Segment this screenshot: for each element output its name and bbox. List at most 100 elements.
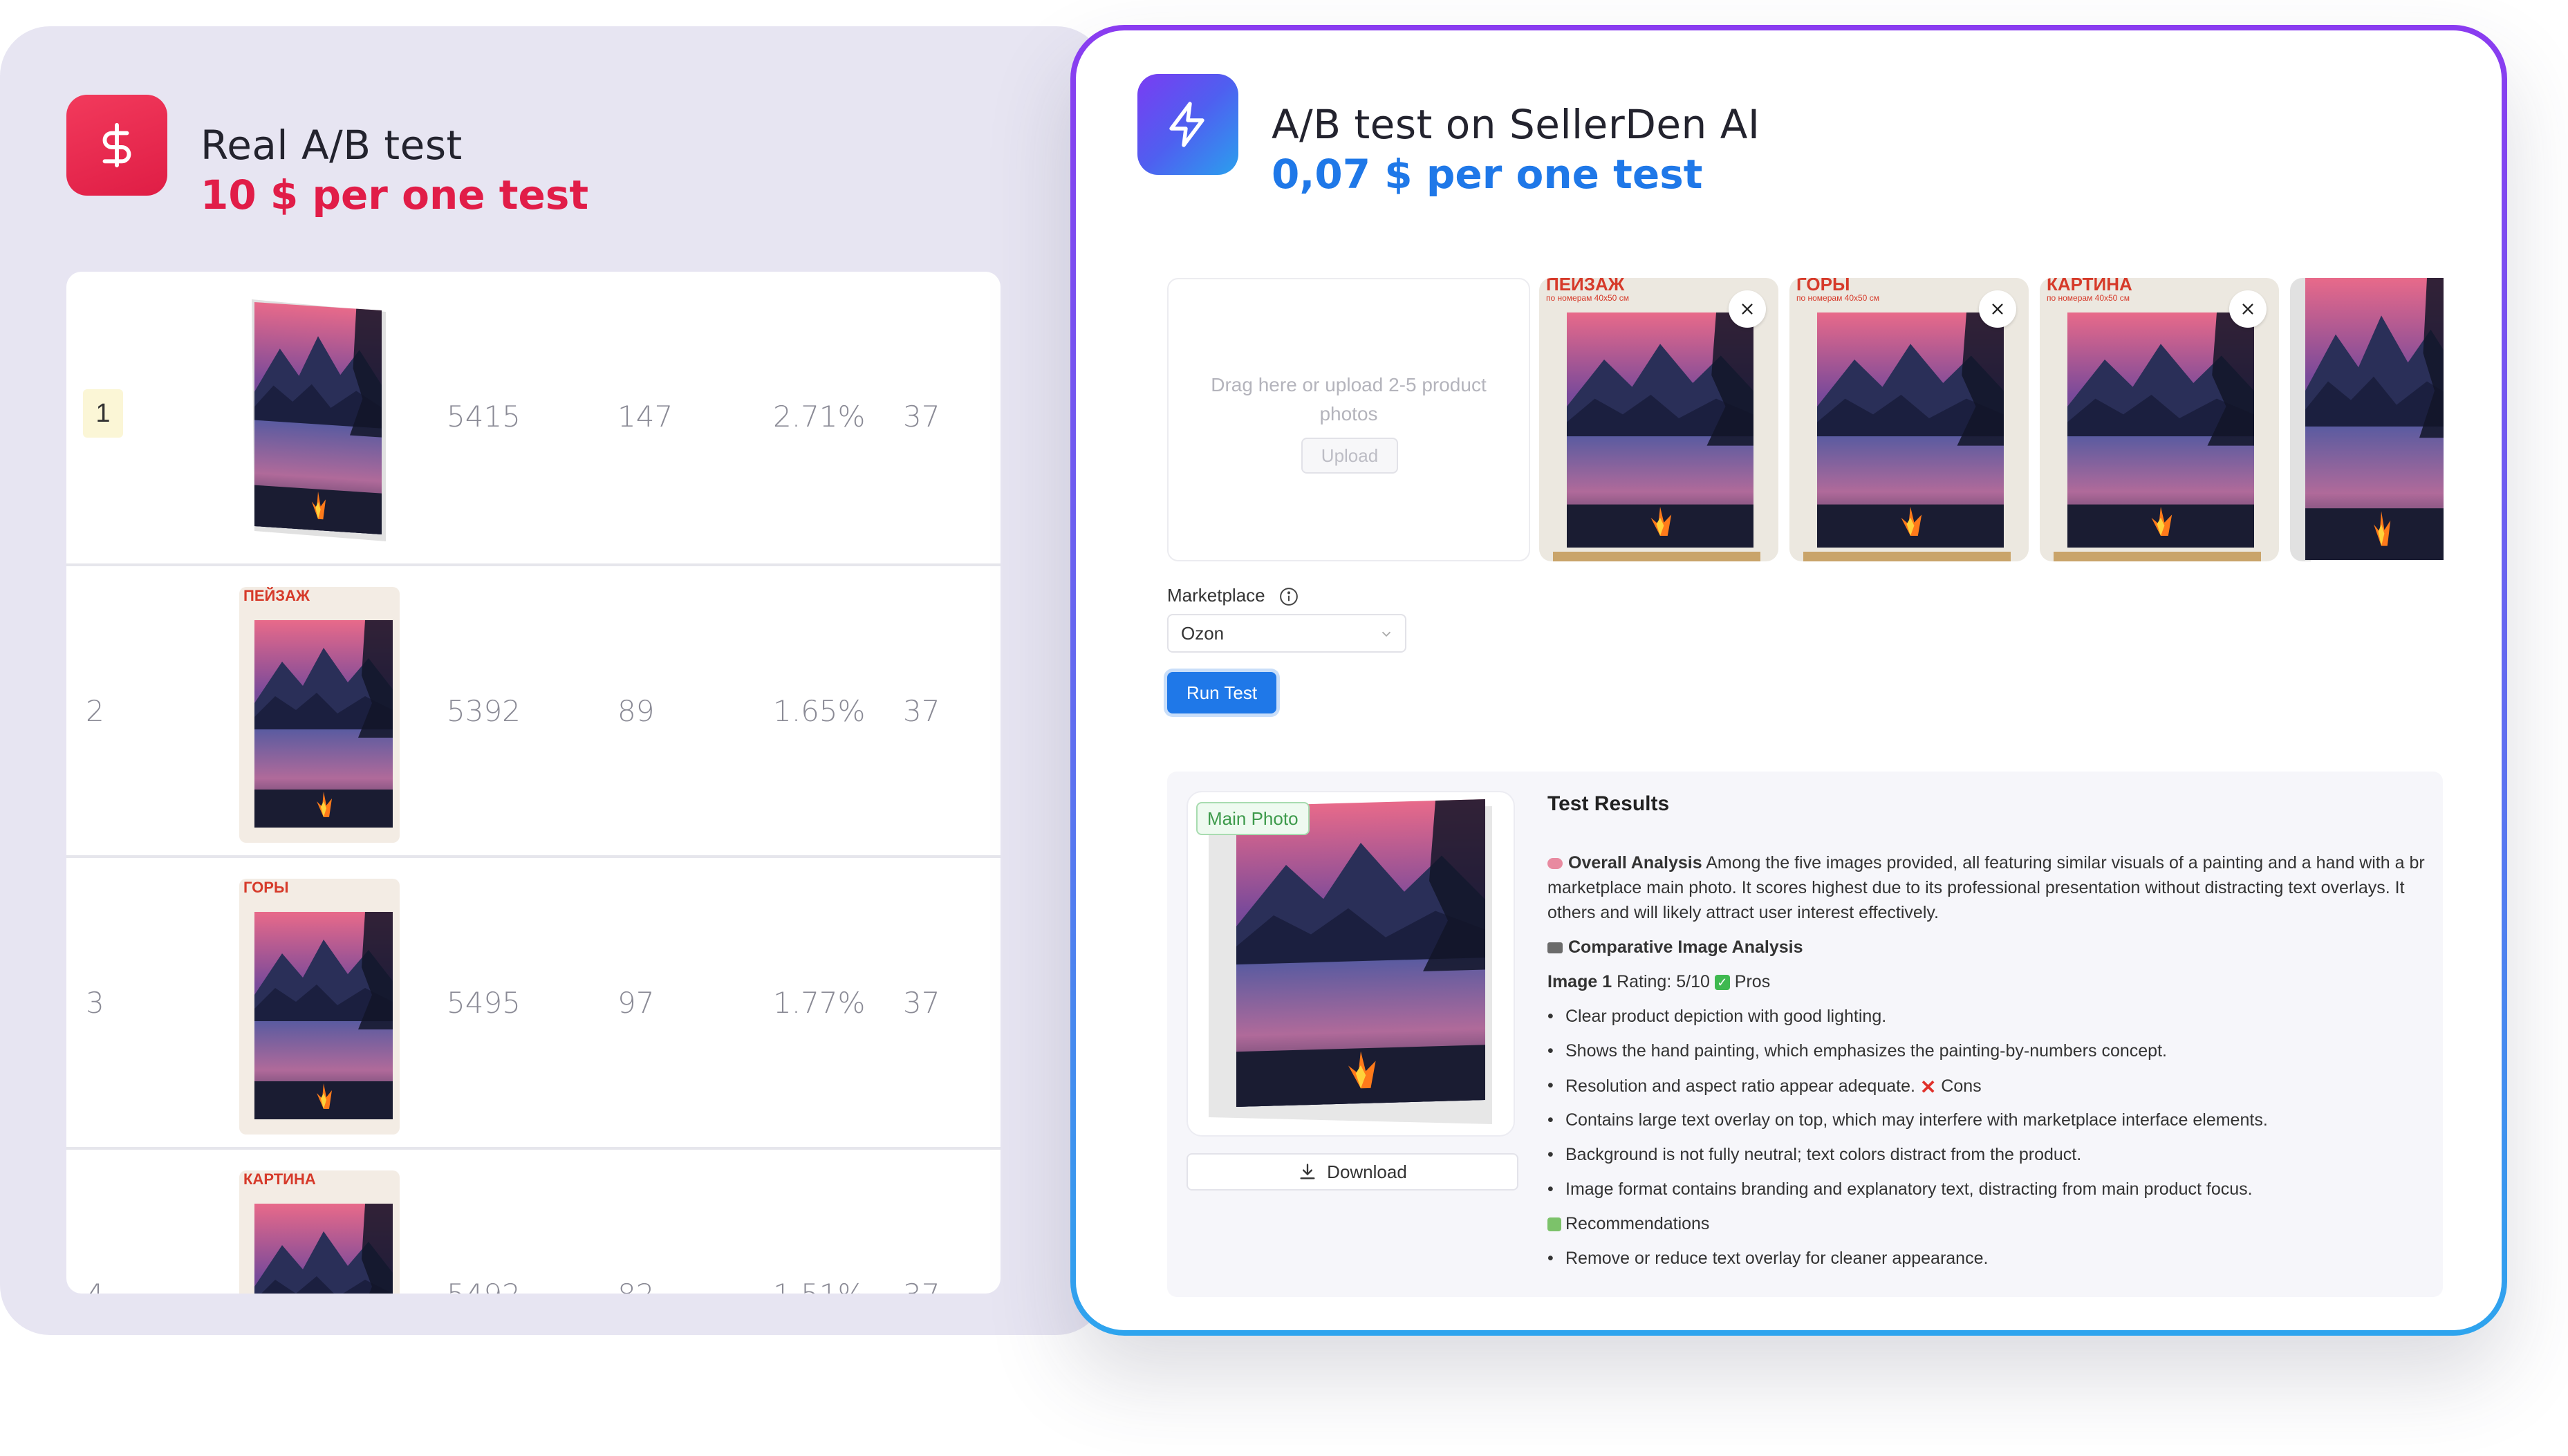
chevron-down-icon — [1381, 631, 1391, 637]
ctr-cell: 1.77% — [773, 986, 866, 1020]
run-test-button[interactable]: Run Test — [1167, 672, 1276, 713]
rank-cell: 1 — [95, 398, 111, 428]
table-row: 4 КАРТИНА 5492 82 1.51% 37 — [66, 1147, 1001, 1294]
image-label: Image 1 — [1547, 972, 1612, 991]
close-icon — [1992, 304, 2003, 315]
table-row: 1 5415 147 2.71% 37 — [66, 272, 1001, 563]
lightning-badge — [1137, 74, 1238, 175]
main-photo-card: Main Photo — [1187, 791, 1515, 1137]
product-thumbnail: ПЕЙЗАЖ — [239, 587, 400, 843]
close-icon — [2242, 304, 2253, 315]
recommendations-label: Recommendations — [1565, 1214, 1710, 1233]
image1-rating: Image 1 Rating: 5/10 ✓ Pros — [1547, 972, 1770, 992]
rank-cell: 4 — [86, 1278, 104, 1294]
extra-cell: 37 — [903, 1278, 940, 1294]
recommendation-item: Remove or reduce text overlay for cleane… — [1547, 1249, 1988, 1269]
test-results-panel: Main Photo Download Test Results Overall… — [1167, 772, 2443, 1297]
overall-text-line: others and will likely attract user inte… — [1547, 903, 1939, 922]
product-thumbnail: ГОРЫ — [239, 879, 400, 1135]
ctr-cell: 2.71% — [773, 400, 866, 433]
check-icon: ✓ — [1714, 975, 1730, 991]
uploaded-photo[interactable]: ПЕЙЗАЖ по номерам 40x50 см — [1539, 278, 1778, 561]
sellerden-ai-panel: A/B test on SellerDen AI 0,07 $ per one … — [1070, 25, 2507, 1336]
results-title: Test Results — [1547, 792, 1670, 815]
uploaded-photo[interactable]: КАРТИНА по номерам 40x50 см — [2040, 278, 2279, 561]
thumbnail-label: ГОРЫ — [243, 879, 289, 896]
cons-label: Cons — [1941, 1076, 1982, 1096]
brain-icon — [1547, 858, 1563, 870]
photo-sublabel: по номерам 40x50 см — [1796, 293, 1879, 303]
left-panel-price: 10 $ per one test — [201, 171, 589, 218]
download-button[interactable]: Download — [1187, 1153, 1518, 1191]
cross-icon: ✕ — [1919, 1076, 1937, 1098]
overall-text-line: marketplace main photo. It scores highes… — [1547, 878, 2405, 897]
comparative-heading: Comparative Image Analysis — [1568, 937, 1803, 957]
right-panel-title: A/B test on SellerDen AI — [1272, 101, 1760, 148]
image-rating: Rating: 5/10 — [1617, 972, 1710, 991]
ctr-cell: 1.65% — [773, 694, 866, 728]
lightning-icon — [1169, 102, 1204, 147]
marketplace-label: Marketplace — [1167, 585, 1299, 607]
uploaded-photo[interactable]: ГОРЫ по номерам 40x50 см — [1789, 278, 2029, 561]
info-icon[interactable] — [1278, 586, 1299, 607]
views-cell: 5392 — [447, 694, 521, 728]
close-icon — [1742, 304, 1753, 315]
left-panel-title: Real A/B test — [201, 122, 463, 169]
photo-sublabel: по номерам 40x50 см — [1546, 293, 1629, 303]
pros-item-with-cons: Resolution and aspect ratio appear adequ… — [1547, 1076, 1982, 1099]
rank-cell: 2 — [86, 694, 104, 728]
download-icon — [1300, 1164, 1315, 1179]
puzzle-icon — [1547, 1217, 1561, 1232]
views-cell: 5492 — [447, 1278, 521, 1294]
extra-cell: 37 — [903, 986, 940, 1020]
clicks-cell: 82 — [617, 1278, 654, 1294]
table-row: 3 ГОРЫ 5495 97 1.77% 37 — [66, 855, 1001, 1147]
extra-cell: 37 — [903, 400, 940, 433]
main-photo-tag: Main Photo — [1196, 802, 1310, 835]
uploaded-photo[interactable] — [2290, 278, 2444, 561]
cons-item: Contains large text overlay on top, whic… — [1547, 1110, 2268, 1130]
thumbnail-label: КАРТИНА — [243, 1170, 316, 1188]
comparative-analysis-heading: Comparative Image Analysis — [1547, 937, 1803, 958]
remove-photo-button[interactable] — [2229, 290, 2267, 328]
views-cell: 5495 — [447, 986, 521, 1020]
clicks-cell: 89 — [617, 694, 655, 728]
rank-cell-highlight: 1 — [83, 389, 123, 438]
pros-item: Shows the hand painting, which emphasize… — [1547, 1041, 2167, 1061]
clicks-cell: 97 — [617, 986, 655, 1020]
marketplace-selected-value: Ozon — [1181, 623, 1225, 644]
table-row: 2 ПЕЙЗАЖ 5392 89 1.65% 37 — [66, 563, 1001, 855]
photo-dropzone[interactable]: Drag here or upload 2-5 product photos U… — [1167, 278, 1530, 561]
ctr-cell: 1.51% — [773, 1278, 865, 1294]
dropzone-text: Drag here or upload 2-5 product photos — [1211, 374, 1487, 424]
chart-icon — [1547, 942, 1563, 954]
overall-analysis: Overall Analysis Among the five images p… — [1547, 853, 2425, 873]
views-cell: 5415 — [447, 400, 521, 433]
real-ab-test-panel: Real A/B test 10 $ per one test 1 5415 1… — [0, 26, 1106, 1335]
extra-cell: 37 — [903, 694, 940, 728]
dollar-badge — [66, 95, 167, 196]
cons-item: Image format contains branding and expla… — [1547, 1179, 2253, 1200]
dollar-icon — [102, 122, 131, 168]
pros-item: Clear product depiction with good lighti… — [1547, 1007, 1886, 1027]
upload-button[interactable]: Upload — [1301, 438, 1398, 474]
photo-sublabel: по номерам 40x50 см — [2047, 293, 2130, 303]
right-panel-price: 0,07 $ per one test — [1272, 151, 1703, 198]
product-thumbnail — [239, 292, 398, 548]
thumbnail-label: ПЕЙЗАЖ — [243, 587, 310, 604]
remove-photo-button[interactable] — [1729, 290, 1766, 328]
clicks-cell: 147 — [617, 400, 673, 433]
download-label: Download — [1327, 1161, 1407, 1182]
pros-item-text: Resolution and aspect ratio appear adequ… — [1565, 1076, 1915, 1096]
cons-item: Background is not fully neutral; text co… — [1547, 1145, 2081, 1165]
recommendations-heading: Recommendations — [1547, 1214, 1709, 1234]
marketplace-select[interactable]: Ozon — [1167, 614, 1406, 653]
overall-text: Among the five images provided, all feat… — [1706, 853, 2425, 872]
marketplace-label-text: Marketplace — [1167, 585, 1265, 606]
ab-results-table: 1 5415 147 2.71% 37 2 ПЕЙЗАЖ 5392 89 1.6… — [66, 272, 1001, 1294]
pros-label: Pros — [1734, 972, 1771, 991]
remove-photo-button[interactable] — [1979, 290, 2016, 328]
overall-heading: Overall Analysis — [1568, 853, 1702, 872]
product-thumbnail: КАРТИНА — [239, 1170, 400, 1294]
rank-cell: 3 — [86, 986, 104, 1020]
